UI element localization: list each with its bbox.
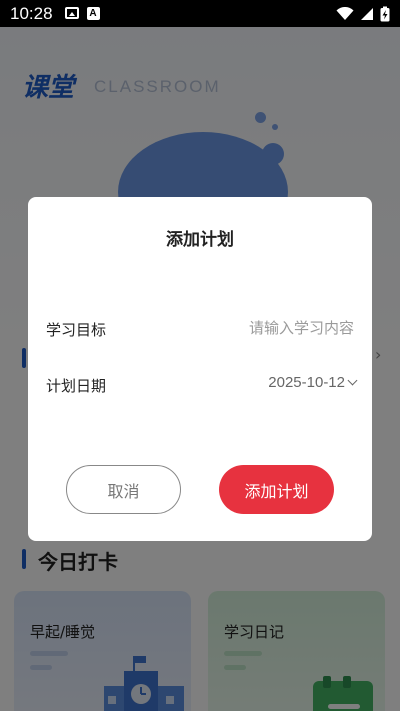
status-left-icons: A: [64, 7, 100, 20]
add-plan-button[interactable]: 添加计划: [219, 465, 334, 514]
date-label: 计划日期: [46, 377, 107, 395]
date-picker[interactable]: 2025-10-12: [268, 374, 358, 391]
cancel-button[interactable]: 取消: [66, 465, 181, 514]
battery-charging-icon: [380, 6, 390, 21]
goal-label: 学习目标: [46, 321, 107, 339]
wifi-icon: [336, 6, 354, 20]
font-a-icon: A: [86, 7, 100, 20]
date-value: 2025-10-12: [268, 374, 345, 391]
dialog-title: 添加计划: [166, 230, 234, 250]
chevron-down-icon: [347, 375, 358, 386]
goal-input[interactable]: [204, 315, 354, 341]
signal-icon: [361, 7, 373, 20]
status-time: 10:28: [10, 3, 53, 23]
image-icon: [64, 7, 79, 19]
status-right-icons: [336, 6, 390, 22]
status-bar: 10:28 A: [0, 0, 400, 27]
add-plan-dialog: 添加计划 学习目标 计划日期 2025-10-12 取消 添加计划: [28, 197, 372, 541]
